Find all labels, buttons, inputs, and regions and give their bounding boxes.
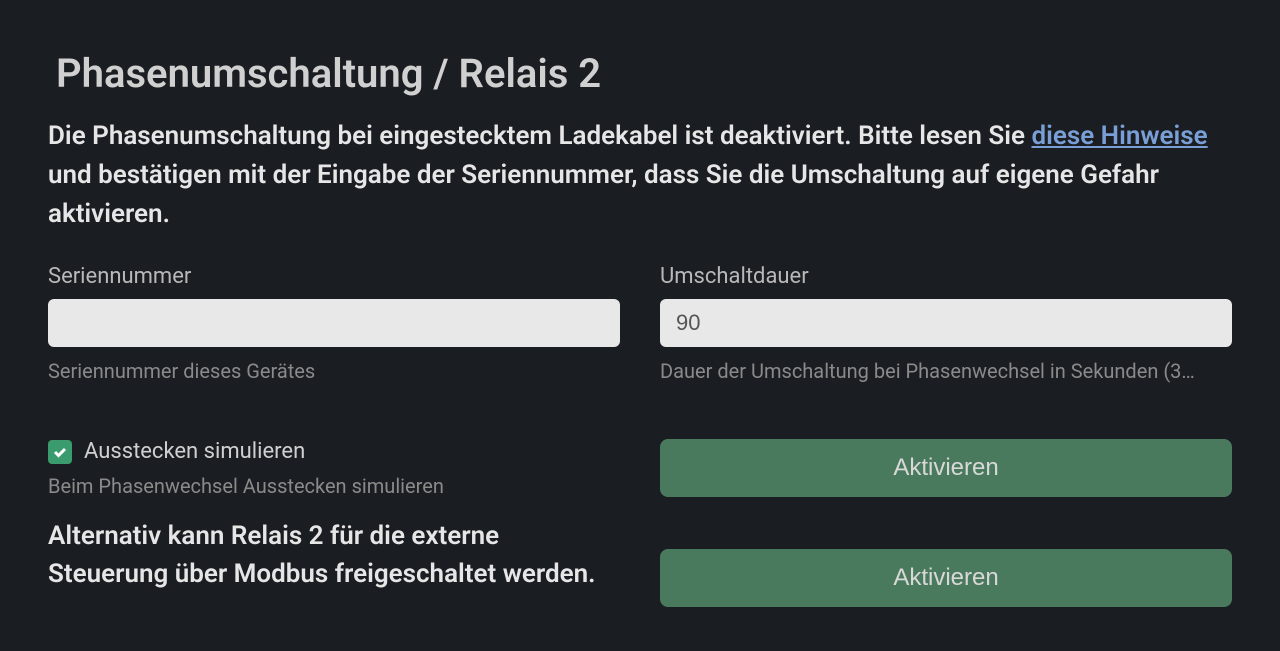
duration-label: Umschaltdauer [660, 264, 1232, 289]
duration-input[interactable] [660, 299, 1232, 347]
serial-number-group: Seriennummer Seriennummer dieses Gerätes [48, 264, 620, 383]
serial-number-label: Seriennummer [48, 264, 620, 289]
description-part1: Die Phasenumschaltung bei eingestecktem … [48, 121, 1031, 151]
alt-description: Alternativ kann Relais 2 für die externe… [48, 518, 620, 593]
simulate-unplug-help: Beim Phasenwechsel Ausstecken simulieren [48, 474, 620, 498]
page-title: Phasenumschaltung / Relais 2 [56, 50, 1232, 97]
phase-switch-description: Die Phasenumschaltung bei eingestecktem … [48, 117, 1232, 234]
simulate-unplug-checkbox[interactable] [48, 440, 72, 464]
check-icon [52, 444, 68, 460]
duration-group: Umschaltdauer Dauer der Umschaltung bei … [660, 264, 1232, 383]
simulate-unplug-row: Ausstecken simulieren [48, 439, 620, 464]
duration-help: Dauer der Umschaltung bei Phasenwechsel … [660, 359, 1232, 383]
activate-phase-button[interactable]: Aktivieren [660, 439, 1232, 497]
description-part2: und bestätigen mit der Eingabe der Serie… [48, 160, 1159, 229]
simulate-unplug-label: Ausstecken simulieren [84, 439, 305, 464]
serial-number-help: Seriennummer dieses Gerätes [48, 359, 620, 383]
hints-link[interactable]: diese Hinweise [1031, 121, 1207, 151]
activate-relay2-button[interactable]: Aktivieren [660, 549, 1232, 607]
serial-number-input[interactable] [48, 299, 620, 347]
